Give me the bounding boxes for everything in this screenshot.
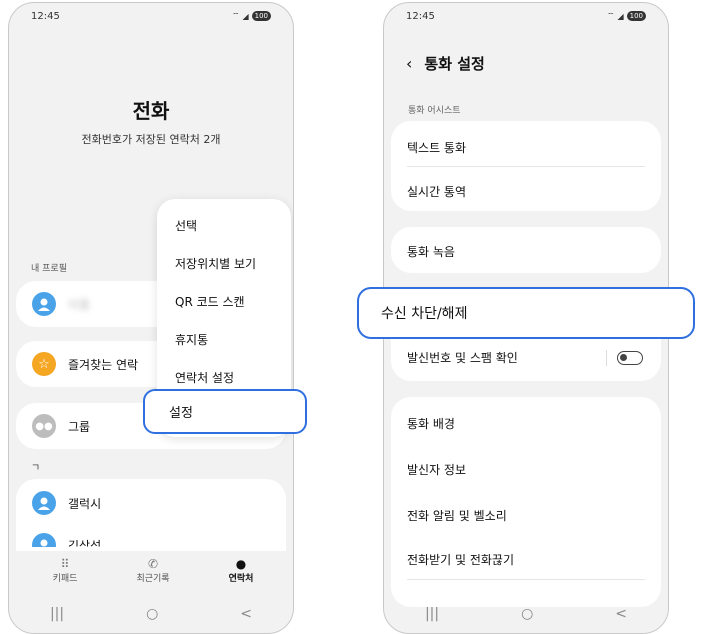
back-button[interactable]: <	[615, 606, 627, 622]
contact-name: 갤럭시	[68, 496, 102, 511]
keypad-icon: ⠿	[60, 557, 70, 571]
home-button[interactable]: ○	[521, 606, 533, 622]
menu-item-trash[interactable]: 휴지통	[175, 331, 208, 348]
divider	[407, 166, 645, 167]
contact-name: 김삼성	[68, 539, 102, 547]
list-item[interactable]: 김삼성	[32, 533, 286, 547]
phone-contacts: 12:45 ⌔ ◢ 100 전화 전화번호가 저장된 연락처 2개 내 프로필 …	[8, 2, 294, 634]
wifi-icon: ⌔	[606, 11, 615, 20]
person-icon: ●	[235, 557, 247, 571]
item-call-background[interactable]: 통화 배경	[407, 415, 455, 432]
bottom-tabs: ⠿ 키패드 ✆ 최근기록 ● 연락처	[9, 551, 293, 597]
item-call-block-label: 수신 차단/해제	[381, 306, 468, 322]
other-settings-card: 통화 배경 발신자 정보 전화 알림 및 벨소리 전화받기 및 전화끊기	[391, 397, 661, 607]
tab-recents[interactable]: ✆ 최근기록	[125, 557, 181, 584]
divider	[606, 349, 607, 366]
signal-icon: ◢	[242, 11, 249, 21]
item-text-call[interactable]: 텍스트 통화	[407, 139, 466, 156]
header: ‹ 통화 설정	[406, 53, 485, 74]
item-caller-id-spam[interactable]: 발신번호 및 스팸 확인	[407, 349, 643, 366]
section-label: 통화 어시스트	[408, 106, 461, 116]
tab-contacts-label: 연락처	[228, 574, 254, 584]
record-card: 통화 녹음	[391, 227, 661, 273]
battery-icon: 100	[626, 11, 646, 21]
status-icons: ⌔ ◢ 100	[232, 11, 271, 21]
tab-keypad[interactable]: ⠿ 키패드	[41, 557, 89, 584]
wifi-icon: ⌔	[231, 11, 240, 20]
assist-card: 텍스트 통화 실시간 통역	[391, 121, 661, 211]
back-button[interactable]: <	[240, 606, 252, 622]
menu-item-select[interactable]: 선택	[175, 217, 197, 234]
menu-item-storage-view[interactable]: 저장위치별 보기	[175, 255, 256, 272]
star-icon: ☆	[32, 352, 56, 376]
my-profile-label: 내 프로필	[31, 264, 67, 274]
tab-keypad-label: 키패드	[52, 574, 78, 584]
menu-item-settings[interactable]: 설정	[143, 389, 307, 434]
contact-avatar-icon	[32, 533, 56, 547]
page-title: 통화 설정	[424, 55, 485, 73]
status-time: 12:45	[406, 11, 435, 22]
contact-avatar-icon	[32, 491, 56, 515]
item-caller-info[interactable]: 발신자 정보	[407, 461, 466, 478]
divider	[407, 579, 645, 580]
item-answer-end[interactable]: 전화받기 및 전화끊기	[407, 551, 514, 568]
home-button[interactable]: ○	[146, 606, 158, 622]
index-letter: ㄱ	[31, 463, 41, 474]
tab-contacts[interactable]: ● 연락처	[213, 557, 269, 584]
recent-apps-button[interactable]: |||	[50, 606, 64, 622]
phone-recent-icon: ✆	[147, 557, 159, 571]
menu-item-qr-scan[interactable]: QR 코드 스캔	[175, 293, 245, 310]
favorites-label: 즐겨찾는 연락	[68, 357, 139, 372]
menu-item-contact-settings[interactable]: 연락처 설정	[175, 369, 234, 386]
profile-avatar-icon	[32, 292, 56, 316]
contacts-list-card: 갤럭시 김삼성	[16, 479, 286, 559]
page-title: 전화	[132, 99, 170, 123]
item-call-block[interactable]: 수신 차단/해제	[357, 287, 695, 339]
status-bar: 12:45 ⌔ ◢ 100	[406, 11, 646, 25]
group-label: 그룹	[68, 419, 91, 434]
item-call-recording[interactable]: 통화 녹음	[407, 243, 455, 260]
status-time: 12:45	[31, 11, 60, 22]
status-icons: ⌔ ◢ 100	[607, 11, 646, 21]
item-caller-id-spam-label: 발신번호 및 스팸 확인	[407, 351, 518, 365]
status-bar: 12:45 ⌔ ◢ 100	[31, 11, 271, 25]
tab-recents-label: 최근기록	[136, 574, 170, 584]
list-item[interactable]: 갤럭시	[32, 491, 286, 515]
page-subtitle: 전화번호가 저장된 연락처 2개	[81, 133, 221, 146]
item-ringtone[interactable]: 전화 알림 및 벨소리	[407, 507, 507, 524]
profile-name: 이름	[68, 297, 91, 312]
menu-item-settings-label: 설정	[169, 406, 193, 421]
item-live-translate[interactable]: 실시간 통역	[407, 183, 466, 200]
signal-icon: ◢	[617, 11, 624, 21]
recent-apps-button[interactable]: |||	[425, 606, 439, 622]
system-nav-bar: ||| ○ <	[384, 595, 668, 633]
back-arrow-icon[interactable]: ‹	[406, 54, 412, 73]
battery-icon: 100	[251, 11, 271, 21]
group-icon: ●●	[32, 414, 56, 438]
system-nav-bar: ||| ○ <	[9, 595, 293, 633]
spam-toggle[interactable]	[617, 350, 643, 365]
